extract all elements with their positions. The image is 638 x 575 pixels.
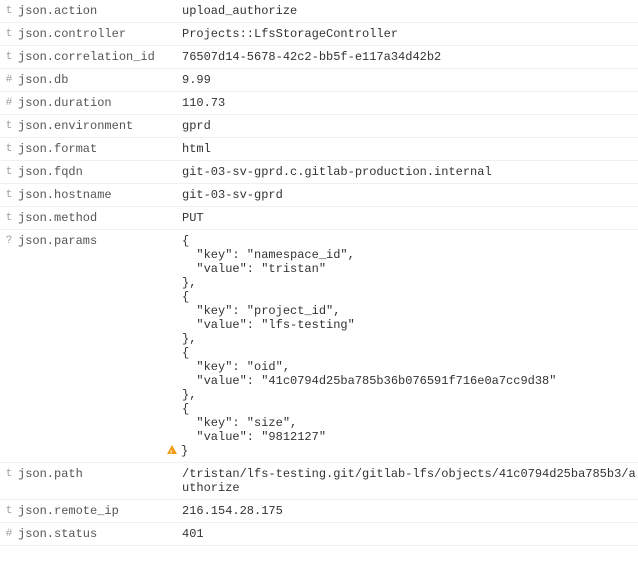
field-key: json.duration — [18, 92, 178, 114]
field-key: json.path — [18, 463, 178, 485]
field-value: 76507d14-5678-42c2-bb5f-e117a34d42b2 — [178, 46, 638, 68]
field-key: json.correlation_id — [18, 46, 178, 68]
field-type: t — [0, 46, 18, 68]
params-line: { — [182, 402, 638, 416]
params-line: "value": "41c0794d25ba785b36b076591f716e… — [182, 374, 638, 388]
field-type: t — [0, 463, 18, 485]
field-value: gprd — [178, 115, 638, 137]
field-type: t — [0, 138, 18, 160]
field-key: json.controller — [18, 23, 178, 45]
table-row[interactable]: tjson.remote_ip216.154.28.175 — [0, 500, 638, 523]
field-value: git-03-sv-gprd.c.gitlab-production.inter… — [178, 161, 638, 183]
field-value: { "key": "namespace_id", "value": "trist… — [178, 230, 638, 462]
table-row[interactable]: #json.status401 — [0, 523, 638, 546]
field-type: t — [0, 161, 18, 183]
field-key: json.method — [18, 207, 178, 229]
field-type: t — [0, 500, 18, 522]
field-type: t — [0, 184, 18, 206]
field-key: json.db — [18, 69, 178, 91]
field-type: t — [0, 0, 18, 22]
table-row[interactable]: ?json.params{ "key": "namespace_id", "va… — [0, 230, 638, 463]
field-type: # — [0, 92, 18, 114]
params-line: { — [182, 346, 638, 360]
field-type: # — [0, 69, 18, 91]
field-key: json.status — [18, 523, 178, 545]
params-line: "value": "lfs-testing" — [182, 318, 638, 332]
params-line: "key": "oid", — [182, 360, 638, 374]
params-line: "value": "9812127" — [182, 430, 638, 444]
params-line: "key": "size", — [182, 416, 638, 430]
field-type: t — [0, 23, 18, 45]
params-last-text: } — [181, 444, 188, 458]
field-value: 401 — [178, 523, 638, 545]
field-value: upload_authorize — [178, 0, 638, 22]
table-row[interactable]: tjson.fqdngit-03-sv-gprd.c.gitlab-produc… — [0, 161, 638, 184]
field-key: json.hostname — [18, 184, 178, 206]
field-value: Projects::LfsStorageController — [178, 23, 638, 45]
table-row[interactable]: tjson.formathtml — [0, 138, 638, 161]
field-value: git-03-sv-gprd — [178, 184, 638, 206]
field-key: json.action — [18, 0, 178, 22]
field-type: t — [0, 207, 18, 229]
table-row[interactable]: #json.duration110.73 — [0, 92, 638, 115]
field-type: t — [0, 115, 18, 137]
field-value: /tristan/lfs-testing.git/gitlab-lfs/obje… — [178, 463, 638, 499]
params-line: "key": "project_id", — [182, 304, 638, 318]
table-row[interactable]: #json.db9.99 — [0, 69, 638, 92]
params-line: "key": "namespace_id", — [182, 248, 638, 262]
field-type: ? — [0, 230, 18, 252]
params-line: "value": "tristan" — [182, 262, 638, 276]
table-row[interactable]: tjson.hostnamegit-03-sv-gprd — [0, 184, 638, 207]
params-line: }, — [182, 388, 638, 402]
field-key: json.params — [18, 230, 178, 252]
params-line: }, — [182, 276, 638, 290]
table-row[interactable]: tjson.path/tristan/lfs-testing.git/gitla… — [0, 463, 638, 500]
params-line-last: } — [167, 444, 638, 458]
log-field-table: tjson.actionupload_authorizetjson.contro… — [0, 0, 638, 546]
params-line: }, — [182, 332, 638, 346]
field-key: json.format — [18, 138, 178, 160]
params-line: { — [182, 290, 638, 304]
field-type: # — [0, 523, 18, 545]
table-row[interactable]: tjson.controllerProjects::LfsStorageCont… — [0, 23, 638, 46]
field-value: html — [178, 138, 638, 160]
table-row[interactable]: tjson.actionupload_authorize — [0, 0, 638, 23]
table-row[interactable]: tjson.environmentgprd — [0, 115, 638, 138]
field-key: json.environment — [18, 115, 178, 137]
field-value: 216.154.28.175 — [178, 500, 638, 522]
table-row[interactable]: tjson.correlation_id76507d14-5678-42c2-b… — [0, 46, 638, 69]
warning-icon — [167, 445, 177, 454]
field-key: json.fqdn — [18, 161, 178, 183]
field-value: 110.73 — [178, 92, 638, 114]
field-value: 9.99 — [178, 69, 638, 91]
table-row[interactable]: tjson.methodPUT — [0, 207, 638, 230]
field-value: PUT — [178, 207, 638, 229]
field-key: json.remote_ip — [18, 500, 178, 522]
params-line: { — [182, 234, 638, 248]
